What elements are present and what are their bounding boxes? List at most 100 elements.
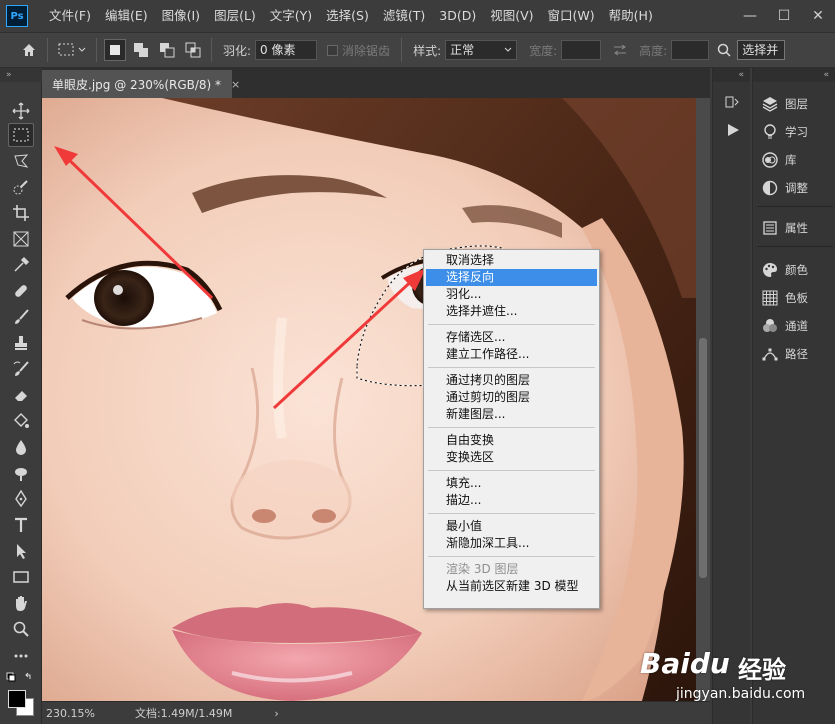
foreground-color-swatch[interactable] bbox=[8, 690, 26, 708]
context-menu-item[interactable]: 新建图层... bbox=[426, 406, 597, 423]
close-button[interactable]: ✕ bbox=[801, 0, 835, 32]
status-arrow[interactable]: › bbox=[274, 707, 278, 720]
height-input[interactable] bbox=[671, 40, 710, 60]
menu-bar: Ps 文件(F) 编辑(E) 图像(I) 图层(L) 文字(Y) 选择(S) 滤… bbox=[0, 0, 835, 32]
toolbar-collapse[interactable]: » bbox=[0, 68, 42, 82]
hand-icon[interactable] bbox=[8, 591, 34, 615]
channels-panel-button[interactable]: 通道 bbox=[761, 314, 833, 338]
menu-edit[interactable]: 编辑(E) bbox=[98, 0, 155, 32]
rectangle-icon[interactable] bbox=[8, 565, 34, 589]
frame-icon[interactable] bbox=[8, 227, 34, 251]
context-menu-item[interactable]: 羽化... bbox=[426, 286, 597, 303]
vertical-scrollbar[interactable] bbox=[696, 98, 710, 701]
stamp-icon[interactable] bbox=[8, 331, 34, 355]
subtract-selection-icon[interactable] bbox=[156, 39, 178, 61]
path-select-icon[interactable] bbox=[8, 539, 34, 563]
paths-panel-button[interactable]: 路径 bbox=[761, 342, 833, 366]
brush-icon[interactable] bbox=[8, 305, 34, 329]
eraser-icon[interactable] bbox=[8, 383, 34, 407]
properties-panel-button[interactable]: 属性 bbox=[761, 216, 833, 240]
properties-icon bbox=[763, 221, 777, 235]
dodge-icon[interactable] bbox=[8, 461, 34, 485]
menu-layer[interactable]: 图层(L) bbox=[207, 0, 263, 32]
menu-type[interactable]: 文字(Y) bbox=[263, 0, 319, 32]
context-menu-item[interactable]: 选择反向 bbox=[426, 269, 597, 286]
lasso-icon[interactable] bbox=[8, 149, 34, 173]
healing-icon[interactable] bbox=[8, 279, 34, 303]
context-menu-item[interactable]: 通过剪切的图层 bbox=[426, 389, 597, 406]
maximize-button[interactable]: ☐ bbox=[767, 0, 801, 32]
panel-collapse[interactable]: « bbox=[713, 68, 750, 82]
history-brush-icon[interactable] bbox=[8, 357, 34, 381]
tool-preset-picker[interactable] bbox=[55, 39, 89, 61]
default-colors-icon[interactable] bbox=[6, 672, 36, 684]
bucket-icon[interactable] bbox=[8, 409, 34, 433]
blur-icon[interactable] bbox=[8, 435, 34, 459]
more-icon[interactable] bbox=[8, 644, 34, 668]
libraries-label: 库 bbox=[785, 153, 797, 167]
divider bbox=[211, 38, 212, 62]
menu-file[interactable]: 文件(F) bbox=[42, 0, 98, 32]
marquee-icon[interactable] bbox=[8, 123, 34, 147]
menu-window[interactable]: 窗口(W) bbox=[541, 0, 602, 32]
context-menu-item[interactable]: 自由变换 bbox=[426, 432, 597, 449]
width-input[interactable] bbox=[561, 40, 602, 60]
history-icon[interactable] bbox=[723, 94, 741, 115]
menu-select[interactable]: 选择(S) bbox=[319, 0, 376, 32]
window-controls: — ☐ ✕ bbox=[733, 0, 835, 32]
menu-filter[interactable]: 滤镜(T) bbox=[376, 0, 432, 32]
menu-separator bbox=[428, 556, 595, 557]
minimize-button[interactable]: — bbox=[733, 0, 767, 32]
swatches-panel-button[interactable]: 色板 bbox=[761, 286, 833, 310]
intersect-selection-icon[interactable] bbox=[182, 39, 204, 61]
layers-icon bbox=[762, 97, 778, 112]
style-value: 正常 bbox=[450, 43, 475, 57]
layers-panel-button[interactable]: 图层 bbox=[761, 92, 833, 116]
zoom-icon[interactable] bbox=[8, 617, 34, 641]
crop-icon[interactable] bbox=[8, 201, 34, 225]
eyedropper-icon[interactable] bbox=[8, 253, 34, 277]
style-select[interactable]: 正常 bbox=[445, 40, 518, 60]
zoom-level[interactable]: 230.15% bbox=[46, 707, 95, 720]
context-menu-item[interactable]: 渲染 3D 图层 bbox=[426, 561, 597, 578]
libraries-panel-button[interactable]: 库 bbox=[761, 148, 833, 172]
quick-select-icon[interactable] bbox=[8, 175, 34, 199]
context-menu-item[interactable]: 最小值 bbox=[426, 518, 597, 535]
swap-icon[interactable] bbox=[609, 39, 631, 61]
menu-view[interactable]: 视图(V) bbox=[483, 0, 540, 32]
move-icon[interactable] bbox=[8, 99, 34, 123]
feather-input[interactable]: 0 像素 bbox=[255, 40, 318, 60]
height-label: 高度: bbox=[639, 43, 668, 58]
antialias-checkbox[interactable] bbox=[327, 44, 339, 56]
context-menu-item[interactable]: 从当前选区新建 3D 模型 bbox=[426, 578, 597, 595]
home-icon[interactable] bbox=[18, 39, 40, 61]
close-tab-icon[interactable]: × bbox=[231, 78, 240, 91]
adjustments-panel-button[interactable]: 调整 bbox=[761, 176, 833, 200]
context-menu-item[interactable]: 存储选区... bbox=[426, 329, 597, 346]
context-menu-item[interactable]: 渐隐加深工具... bbox=[426, 535, 597, 552]
add-selection-icon[interactable] bbox=[130, 39, 152, 61]
menu-3d[interactable]: 3D(D) bbox=[432, 0, 483, 32]
context-menu-item[interactable]: 填充... bbox=[426, 475, 597, 492]
color-panel-button[interactable]: 颜色 bbox=[761, 258, 833, 282]
context-menu-item[interactable]: 通过拷贝的图层 bbox=[426, 372, 597, 389]
context-menu-item[interactable]: 变换选区 bbox=[426, 449, 597, 466]
document-tab[interactable]: 单眼皮.jpg @ 230%(RGB/8) * × bbox=[42, 70, 240, 98]
select-and-mask-button[interactable]: 选择并 bbox=[737, 40, 786, 60]
menu-image[interactable]: 图像(I) bbox=[155, 0, 207, 32]
dock-collapse[interactable]: « bbox=[753, 68, 835, 82]
context-menu-item[interactable]: 取消选择 bbox=[426, 252, 597, 269]
type-icon[interactable] bbox=[8, 513, 34, 537]
play-icon[interactable] bbox=[725, 122, 741, 141]
color-swatches[interactable] bbox=[6, 688, 36, 718]
learn-panel-button[interactable]: 学习 bbox=[761, 120, 833, 144]
context-menu-item[interactable]: 选择并遮住... bbox=[426, 303, 597, 320]
context-menu-item[interactable]: 建立工作路径... bbox=[426, 346, 597, 363]
adjustments-icon bbox=[762, 180, 778, 196]
context-menu-item[interactable]: 描边... bbox=[426, 492, 597, 509]
scrollbar-thumb[interactable] bbox=[699, 338, 707, 578]
search-icon[interactable] bbox=[713, 39, 735, 61]
pen-icon[interactable] bbox=[8, 487, 34, 511]
new-selection-icon[interactable] bbox=[104, 39, 126, 61]
menu-help[interactable]: 帮助(H) bbox=[602, 0, 660, 32]
